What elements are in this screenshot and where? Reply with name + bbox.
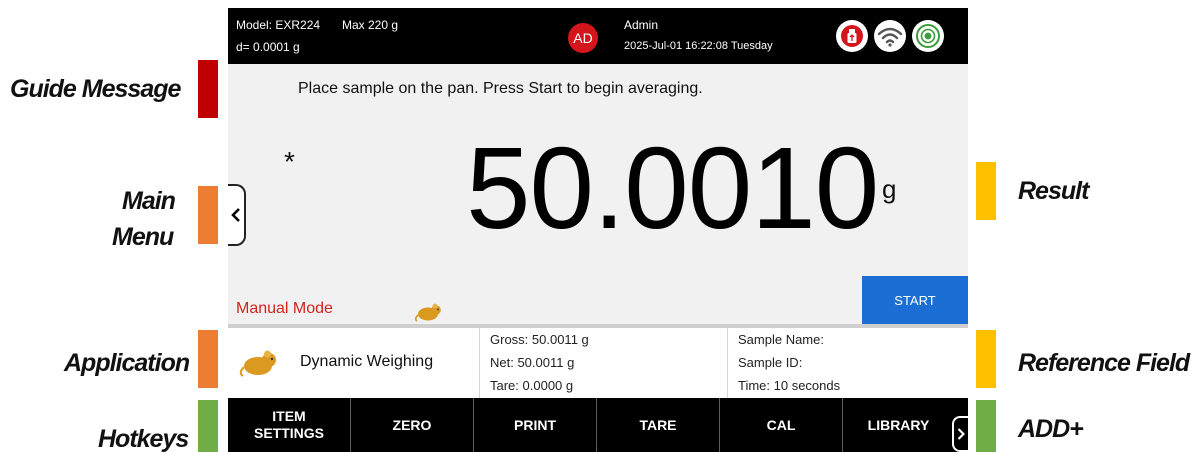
datetime: 2025-Jul-01 16:22:08 Tuesday bbox=[624, 40, 773, 52]
usb-icon[interactable] bbox=[836, 20, 868, 52]
callout-reference-field: Reference Field bbox=[1018, 349, 1190, 377]
callout-add: ADD+ bbox=[1018, 415, 1084, 443]
callout-application: Application bbox=[64, 349, 190, 377]
net-weight: Net: 50.0011 g bbox=[490, 355, 575, 370]
wifi-icon[interactable] bbox=[874, 20, 906, 52]
max-capacity-label: Max 220 g bbox=[342, 18, 399, 32]
main-menu-tab[interactable] bbox=[228, 184, 246, 246]
info-row: Dynamic Weighing Gross: 50.0011 g Net: 5… bbox=[228, 328, 968, 398]
callout-main-menu-line2: Menu bbox=[112, 223, 174, 251]
callout-guide-message: Guide Message bbox=[10, 75, 181, 103]
user-avatar[interactable]: AD bbox=[568, 23, 598, 53]
zero-hotkey[interactable]: ZERO bbox=[351, 398, 474, 452]
stability-indicator: * bbox=[284, 146, 295, 177]
start-button[interactable]: START bbox=[862, 276, 968, 324]
chevron-right-icon bbox=[957, 428, 965, 440]
time-label: Time: 10 seconds bbox=[738, 378, 841, 393]
callout-bar-reference-field bbox=[976, 330, 996, 388]
callout-result: Result bbox=[1018, 177, 1089, 205]
item-settings-hotkey[interactable]: ITEM SETTINGS bbox=[228, 398, 351, 452]
callout-bar-application bbox=[198, 330, 218, 388]
tare-weight: Tare: 0.0000 g bbox=[490, 378, 574, 393]
library-hotkey[interactable]: LIBRARY bbox=[843, 398, 968, 452]
callout-bar-main-menu bbox=[198, 186, 218, 244]
application-panel[interactable]: Dynamic Weighing bbox=[228, 328, 480, 398]
status-bar: Model: EXR224 Max 220 g d= 0.0001 g AD A… bbox=[228, 8, 968, 64]
callout-bar-add bbox=[976, 400, 996, 452]
hotkey-bar: ITEM SETTINGS ZERO PRINT TARE CAL LIBRARY bbox=[228, 398, 968, 452]
readability-label: d= 0.0001 g bbox=[236, 40, 300, 54]
add-hotkey-tab[interactable] bbox=[952, 416, 968, 452]
callout-bar-hotkeys bbox=[198, 400, 218, 452]
mode-label: Manual Mode bbox=[236, 300, 333, 317]
level-icon[interactable] bbox=[912, 20, 944, 52]
balance-screen: Model: EXR224 Max 220 g d= 0.0001 g AD A… bbox=[228, 8, 968, 452]
callout-hotkeys: Hotkeys bbox=[98, 425, 189, 452]
weight-unit[interactable]: g bbox=[882, 174, 896, 205]
sample-id-label: Sample ID: bbox=[738, 355, 803, 370]
print-hotkey[interactable]: PRINT bbox=[474, 398, 597, 452]
user-name: Admin bbox=[624, 18, 659, 32]
guide-message: Place sample on the pan. Press Start to … bbox=[298, 80, 703, 97]
callout-bar-result bbox=[976, 162, 996, 220]
rat-icon bbox=[414, 303, 441, 322]
model-label: Model: EXR224 bbox=[236, 18, 321, 32]
weights-panel: Gross: 50.0011 g Net: 50.0011 g Tare: 0.… bbox=[480, 328, 728, 398]
weight-result-value: 50.0010 bbox=[466, 123, 879, 253]
tare-hotkey[interactable]: TARE bbox=[597, 398, 720, 452]
application-name: Dynamic Weighing bbox=[300, 353, 434, 370]
sample-name-label: Sample Name: bbox=[738, 332, 824, 347]
callout-main-menu-line1: Main bbox=[122, 187, 176, 215]
callout-bar-guide-message bbox=[198, 60, 218, 118]
rat-icon bbox=[239, 350, 276, 377]
chevron-left-icon bbox=[231, 208, 240, 222]
gross-weight: Gross: 50.0011 g bbox=[490, 332, 589, 347]
reference-field-panel[interactable]: Sample Name: Sample ID: Time: 10 seconds bbox=[728, 328, 968, 398]
cal-hotkey[interactable]: CAL bbox=[720, 398, 843, 452]
user-initials: AD bbox=[573, 30, 593, 46]
